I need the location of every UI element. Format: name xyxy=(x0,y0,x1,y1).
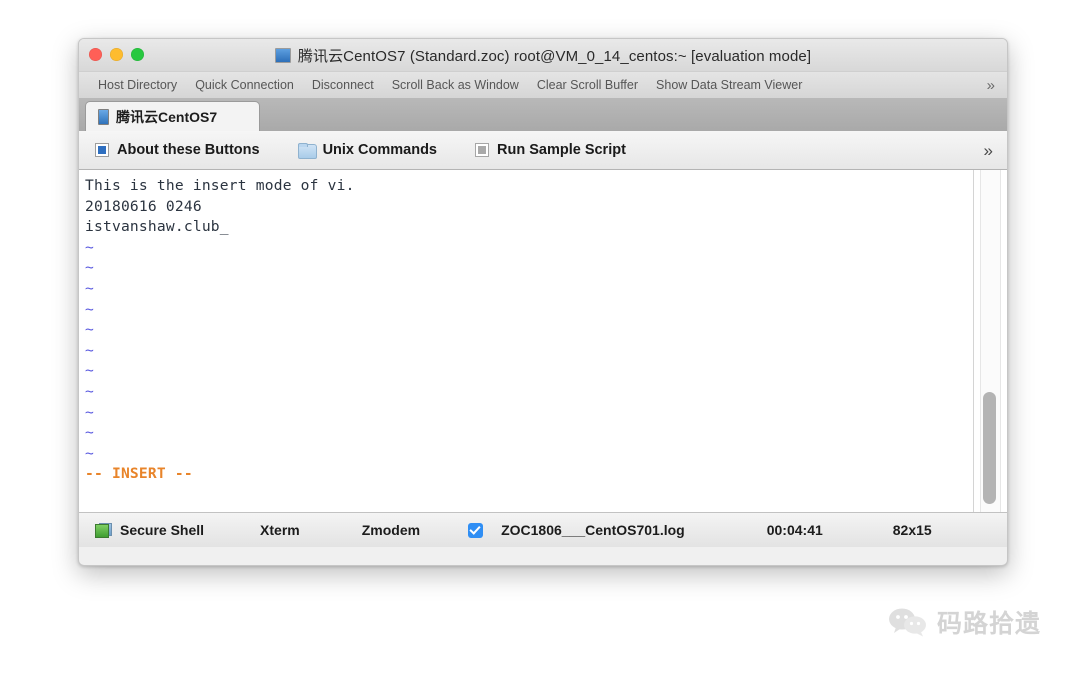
status-transfer-label: Zmodem xyxy=(361,522,421,538)
terminal-line: ~ xyxy=(85,382,94,400)
traffic-light-group xyxy=(89,48,144,61)
button-bar: About these Buttons Unix Commands Run Sa… xyxy=(79,131,1007,170)
maximize-window-button[interactable] xyxy=(131,48,144,61)
button-run-sample-script-label: Run Sample Script xyxy=(497,142,626,158)
status-elapsed-label: 00:04:41 xyxy=(766,522,823,538)
tab-centos7[interactable]: 腾讯云CentOS7 xyxy=(85,101,260,131)
terminal-line: ~ xyxy=(85,424,94,442)
status-connection[interactable]: Secure Shell xyxy=(95,522,204,538)
status-logfile-label: ZOC1806___CentOS701.log xyxy=(501,522,685,538)
tab-bar: 腾讯云CentOS7 xyxy=(79,99,1007,131)
minimize-window-button[interactable] xyxy=(110,48,123,61)
status-logfile[interactable]: ZOC1806___CentOS701.log xyxy=(468,522,685,538)
status-connection-label: Secure Shell xyxy=(120,522,205,538)
buttonbar-overflow-chevron-icon[interactable]: » xyxy=(984,142,993,159)
status-bar: Secure Shell Xterm Zmodem ZOC1806___Cent… xyxy=(79,513,1007,547)
wechat-logo xyxy=(888,607,928,637)
blue-square-icon xyxy=(95,143,109,157)
terminal-line: 20180616 0246 xyxy=(85,197,202,215)
button-unix-commands-label: Unix Commands xyxy=(322,142,437,158)
terminal-line: ~ xyxy=(85,238,94,256)
window-titlebar[interactable]: 腾讯云CentOS7 (Standard.zoc) root@VM_0_14_c… xyxy=(79,39,1007,72)
terminal-tab-icon xyxy=(98,108,109,125)
terminal-line: ~ xyxy=(85,259,94,277)
menu-quick-connection[interactable]: Quick Connection xyxy=(186,78,303,92)
menu-show-data-stream-viewer[interactable]: Show Data Stream Viewer xyxy=(647,78,811,92)
status-emulation[interactable]: Xterm xyxy=(260,522,300,538)
window-title-group: 腾讯云CentOS7 (Standard.zoc) root@VM_0_14_c… xyxy=(79,39,1007,71)
terminal-line: ~ xyxy=(85,362,94,380)
terminal-line: ~ xyxy=(85,279,94,297)
button-about-these-buttons-label: About these Buttons xyxy=(117,142,260,158)
terminal-area: This is the insert mode of vi. 20180616 … xyxy=(79,170,1007,513)
terminal-scrollbar[interactable] xyxy=(973,170,1007,512)
tab-label: 腾讯云CentOS7 xyxy=(116,108,218,125)
scrollbar-thumb[interactable] xyxy=(983,392,996,504)
terminal-line: istvanshaw.club_ xyxy=(85,218,229,236)
zoc-terminal-window: 腾讯云CentOS7 (Standard.zoc) root@VM_0_14_c… xyxy=(78,38,1008,566)
terminal-line: This is the insert mode of vi. xyxy=(85,177,355,194)
logging-checkbox[interactable] xyxy=(468,522,484,538)
terminal-line: ~ xyxy=(85,300,94,318)
gray-square-icon xyxy=(475,143,489,157)
menu-disconnect[interactable]: Disconnect xyxy=(303,78,383,92)
terminal-output[interactable]: This is the insert mode of vi. 20180616 … xyxy=(79,170,974,512)
button-run-sample-script[interactable]: Run Sample Script xyxy=(475,142,642,158)
window-title: 腾讯云CentOS7 (Standard.zoc) root@VM_0_14_c… xyxy=(297,47,812,65)
close-window-button[interactable] xyxy=(89,48,102,61)
terminal-status-line: -- INSERT -- xyxy=(85,465,193,483)
status-size-label: 82x15 xyxy=(892,522,932,538)
terminal-line: ~ xyxy=(85,321,94,339)
secure-shell-icon xyxy=(95,522,112,538)
folder-icon xyxy=(297,143,317,159)
status-emulation-label: Xterm xyxy=(260,522,300,538)
status-transfer[interactable]: Zmodem xyxy=(362,522,420,538)
status-elapsed: 00:04:41 xyxy=(767,522,823,538)
menu-host-directory[interactable]: Host Directory xyxy=(89,78,186,92)
menu-clear-scroll-buffer[interactable]: Clear Scroll Buffer xyxy=(528,78,647,92)
terminal-line: ~ xyxy=(85,341,94,359)
terminal-line: ~ xyxy=(85,403,94,421)
watermark: 码路拾遗 xyxy=(888,604,1041,640)
watermark-text: 码路拾遗 xyxy=(937,609,1042,638)
menu-strip: Host Directory Quick Connection Disconne… xyxy=(79,72,1007,99)
app-window-icon xyxy=(274,47,291,63)
button-unix-commands[interactable]: Unix Commands xyxy=(297,142,453,159)
status-size: 82x15 xyxy=(893,522,932,538)
menu-overflow-chevron-icon[interactable]: » xyxy=(987,78,995,93)
terminal-line: ~ xyxy=(85,444,94,462)
menu-scroll-back-as-window[interactable]: Scroll Back as Window xyxy=(383,78,528,92)
button-about-these-buttons[interactable]: About these Buttons xyxy=(95,142,276,158)
